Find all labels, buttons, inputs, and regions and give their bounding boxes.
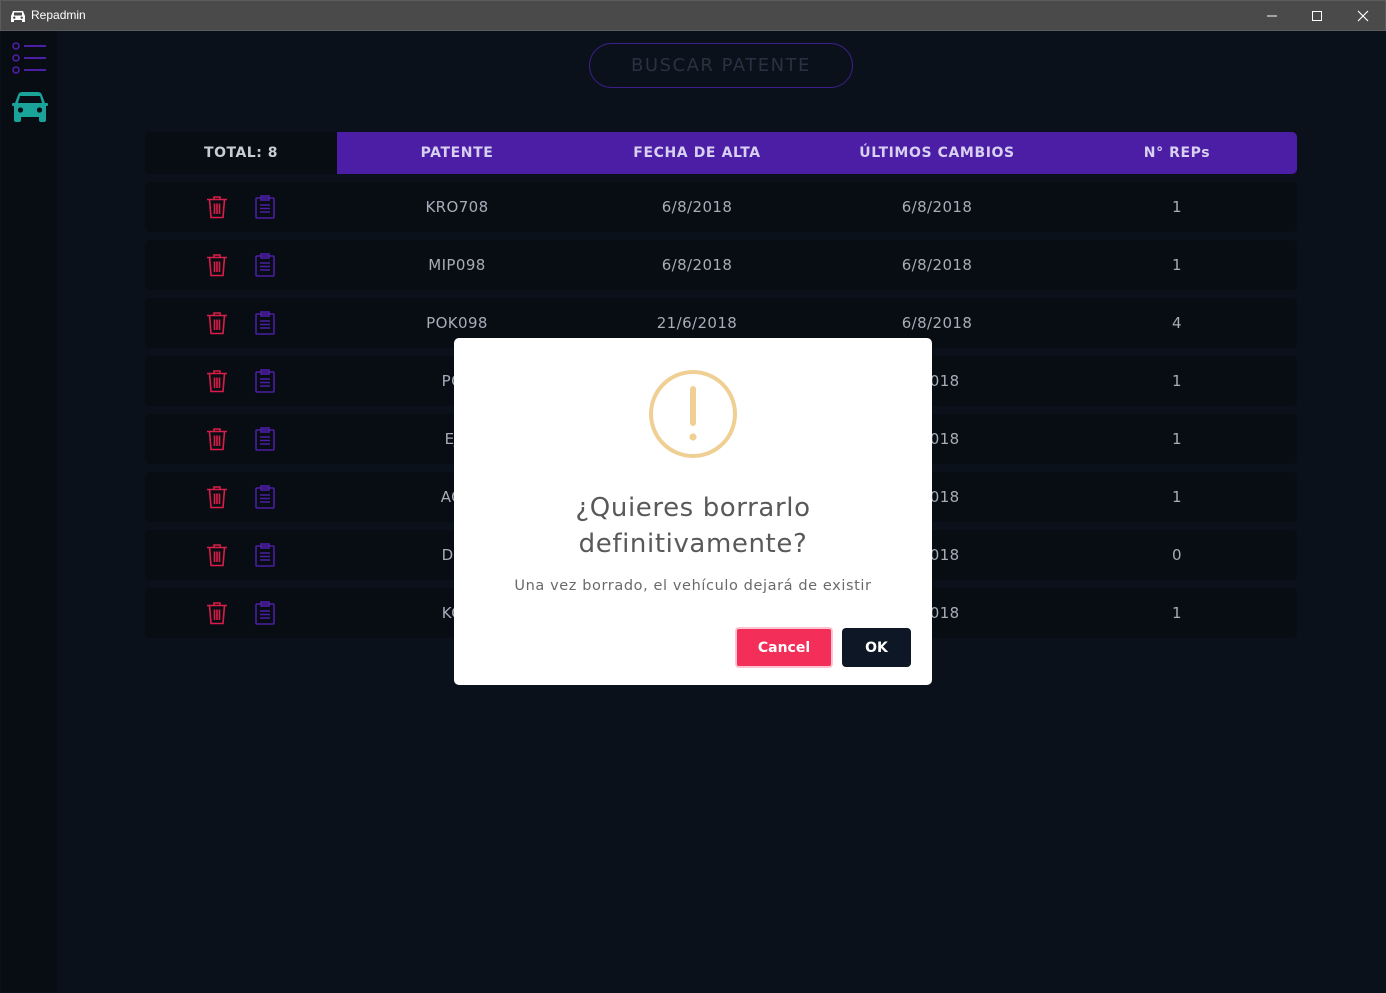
dialog-title-line-2: definitivamente? (578, 529, 808, 559)
dialog-message: Una vez borrado, el vehículo dejará de e… (514, 578, 872, 594)
confirm-delete-dialog: ¿Quieres borrarlo definitivamente? Una v… (454, 338, 932, 685)
modal-overlay: ¿Quieres borrarlo definitivamente? Una v… (0, 0, 1386, 993)
dialog-title: ¿Quieres borrarlo definitivamente? (454, 490, 932, 562)
warning-icon (649, 370, 737, 458)
cancel-button[interactable]: Cancel (735, 627, 833, 668)
ok-button[interactable]: OK (842, 628, 911, 667)
dialog-title-line-1: ¿Quieres borrarlo (575, 493, 811, 523)
